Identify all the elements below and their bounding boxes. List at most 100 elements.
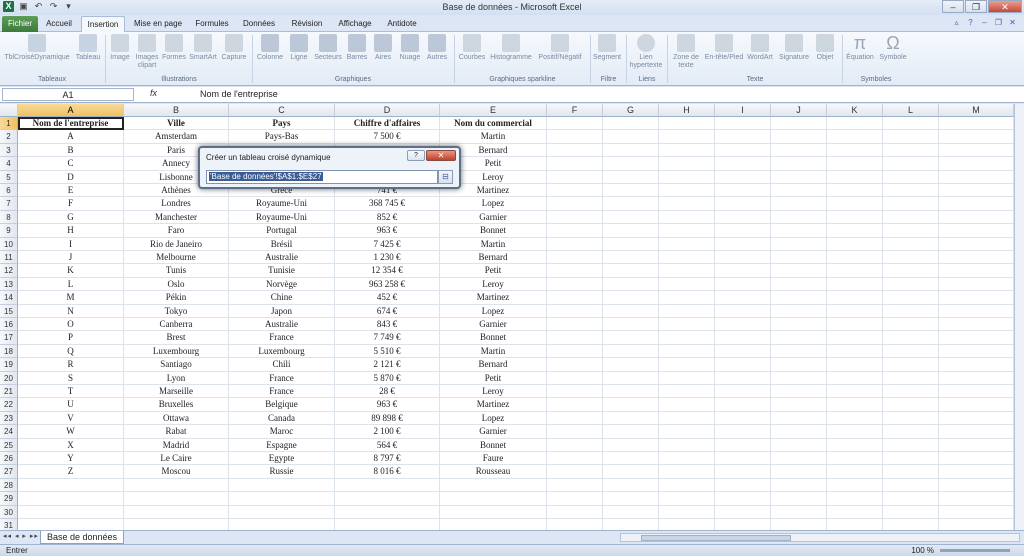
table-cell[interactable]: L <box>18 277 124 292</box>
empty-cell[interactable] <box>883 385 939 399</box>
empty-cell[interactable] <box>18 519 124 530</box>
column-header[interactable]: E <box>440 104 547 117</box>
empty-cell[interactable] <box>939 398 1014 412</box>
minimize-button[interactable]: – <box>942 0 964 13</box>
empty-cell[interactable] <box>547 157 603 171</box>
row-header[interactable]: 27 <box>0 465 18 479</box>
empty-cell[interactable] <box>715 170 771 184</box>
empty-cell[interactable] <box>603 277 659 292</box>
empty-cell[interactable] <box>547 478 603 493</box>
empty-cell[interactable] <box>939 452 1014 466</box>
empty-cell[interactable] <box>547 465 603 479</box>
table-cell[interactable]: 89 898 € <box>335 411 440 426</box>
range-input[interactable]: 'Base de données'!$A$1:$E$27 <box>206 170 438 184</box>
table-cell[interactable]: 852 € <box>335 210 440 225</box>
table-button[interactable]: Tableau <box>74 34 102 62</box>
empty-cell[interactable] <box>603 170 659 184</box>
empty-cell[interactable] <box>827 452 883 466</box>
table-cell[interactable]: V <box>18 411 124 426</box>
empty-cell[interactable] <box>939 117 1014 131</box>
empty-cell[interactable] <box>18 505 124 519</box>
empty-cell[interactable] <box>547 344 603 359</box>
empty-cell[interactable] <box>603 264 659 278</box>
empty-cell[interactable] <box>715 277 771 292</box>
table-cell[interactable]: Bernard <box>440 251 547 265</box>
table-cell[interactable]: Z <box>18 465 124 479</box>
empty-cell[interactable] <box>547 411 603 426</box>
header-cell[interactable]: Nom du commercial <box>440 117 547 131</box>
row-header[interactable]: 29 <box>0 492 18 506</box>
empty-cell[interactable] <box>659 344 715 359</box>
table-cell[interactable]: Luxembourg <box>124 344 229 359</box>
empty-cell[interactable] <box>335 478 440 493</box>
empty-cell[interactable] <box>715 505 771 519</box>
table-cell[interactable]: Petit <box>440 264 547 278</box>
table-cell[interactable]: 7 500 € <box>335 130 440 144</box>
empty-cell[interactable] <box>827 251 883 265</box>
table-cell[interactable]: Maroc <box>229 425 335 439</box>
empty-cell[interactable] <box>659 519 715 530</box>
table-cell[interactable]: 8 797 € <box>335 452 440 466</box>
empty-cell[interactable] <box>659 277 715 292</box>
empty-cell[interactable] <box>771 197 827 211</box>
empty-cell[interactable] <box>603 371 659 385</box>
empty-cell[interactable] <box>603 398 659 412</box>
empty-cell[interactable] <box>715 197 771 211</box>
table-cell[interactable]: Martinez <box>440 291 547 305</box>
empty-cell[interactable] <box>939 478 1014 493</box>
sheet-tab-base-de-donnees[interactable]: Base de données <box>40 531 125 544</box>
tab-formules[interactable]: Formules <box>191 16 233 32</box>
select-all-corner[interactable] <box>0 104 18 117</box>
window-close-icon[interactable]: ✕ <box>1007 17 1018 28</box>
empty-cell[interactable] <box>659 438 715 452</box>
empty-cell[interactable] <box>659 411 715 426</box>
empty-cell[interactable] <box>827 170 883 184</box>
table-cell[interactable]: G <box>18 210 124 225</box>
empty-cell[interactable] <box>547 358 603 372</box>
table-cell[interactable]: Londres <box>124 197 229 211</box>
empty-cell[interactable] <box>939 170 1014 184</box>
empty-cell[interactable] <box>547 331 603 345</box>
empty-cell[interactable] <box>827 224 883 238</box>
window-minimize-icon[interactable]: – <box>979 17 990 28</box>
empty-cell[interactable] <box>939 371 1014 385</box>
empty-cell[interactable] <box>124 492 229 506</box>
table-cell[interactable]: 1 230 € <box>335 251 440 265</box>
empty-cell[interactable] <box>715 318 771 332</box>
empty-cell[interactable] <box>715 478 771 493</box>
empty-cell[interactable] <box>771 358 827 372</box>
table-cell[interactable]: N <box>18 304 124 318</box>
empty-cell[interactable] <box>939 264 1014 278</box>
row-header[interactable]: 25 <box>0 438 18 452</box>
row-header[interactable]: 4 <box>0 157 18 171</box>
empty-cell[interactable] <box>659 224 715 238</box>
empty-cell[interactable] <box>547 385 603 399</box>
row-header[interactable]: 1 <box>0 117 18 131</box>
empty-cell[interactable] <box>335 519 440 530</box>
empty-cell[interactable] <box>659 130 715 144</box>
empty-cell[interactable] <box>547 291 603 305</box>
empty-cell[interactable] <box>939 237 1014 251</box>
line-chart-button[interactable]: Ligne <box>287 34 311 62</box>
empty-cell[interactable] <box>939 519 1014 530</box>
empty-cell[interactable] <box>659 331 715 345</box>
table-cell[interactable]: Tunis <box>124 264 229 278</box>
table-cell[interactable]: Canada <box>229 411 335 426</box>
empty-cell[interactable] <box>939 143 1014 158</box>
empty-cell[interactable] <box>603 117 659 131</box>
empty-cell[interactable] <box>603 478 659 493</box>
empty-cell[interactable] <box>659 184 715 198</box>
empty-cell[interactable] <box>603 452 659 466</box>
empty-cell[interactable] <box>440 478 547 493</box>
empty-cell[interactable] <box>939 505 1014 519</box>
empty-cell[interactable] <box>827 505 883 519</box>
empty-cell[interactable] <box>715 358 771 372</box>
empty-cell[interactable] <box>659 197 715 211</box>
empty-cell[interactable] <box>659 237 715 251</box>
help-icon[interactable]: ? <box>965 17 976 28</box>
row-header[interactable]: 7 <box>0 197 18 211</box>
empty-cell[interactable] <box>883 358 939 372</box>
empty-cell[interactable] <box>659 425 715 439</box>
table-cell[interactable]: H <box>18 224 124 238</box>
table-cell[interactable]: Madrid <box>124 438 229 452</box>
